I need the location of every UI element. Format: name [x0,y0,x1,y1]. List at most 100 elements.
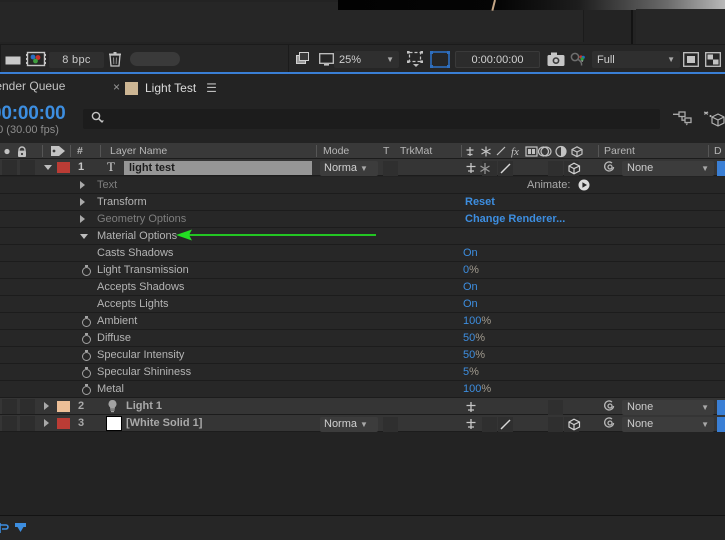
property-group-row-transform[interactable]: Transform Reset [0,194,725,211]
renderer-3d-cube-icon[interactable] [703,111,725,132]
tab-render-queue[interactable]: tender Queue [0,79,65,93]
parent-link-icon[interactable] [671,111,693,132]
property-value-number[interactable]: 50 [463,349,475,361]
layer-expand-triangle[interactable] [44,164,52,170]
property-row[interactable]: Diffuse 50% [0,330,725,347]
table-row[interactable]: 3 [White Solid 1] Norma ▼ None ▼ [0,415,725,432]
column-t[interactable]: T [383,144,389,158]
property-row[interactable]: Casts Shadows On [0,245,725,262]
column-mode[interactable]: Mode [323,144,349,158]
layer-expand-triangle[interactable] [44,402,49,410]
video-toggle[interactable] [2,415,17,431]
region-toggle-icon[interactable] [682,51,699,67]
parent-pickwhip-icon[interactable] [602,416,618,430]
zoom-level-select[interactable]: 25% ▼ [334,51,399,68]
choose-grid-guides-icon[interactable] [406,50,424,68]
parent-pickwhip-icon[interactable] [602,399,618,413]
layer-t-toggle[interactable] [383,416,398,432]
property-group-row-text[interactable]: Text Animate: [0,177,725,194]
region-of-interest-icon[interactable] [430,51,450,68]
toolbar-pill-toggle[interactable] [130,52,180,66]
stopwatch-icon[interactable] [81,332,92,344]
timeline-layer-bar[interactable] [717,416,725,432]
resolution-select[interactable]: Full ▼ [592,51,680,68]
property-row[interactable]: Specular Intensity 50% [0,347,725,364]
tab-light-test[interactable]: Light Test ☰ [125,77,217,99]
color-management-icon[interactable] [26,51,46,67]
table-row[interactable]: 1 T light test Norma ▼ None ▼ [0,159,725,176]
layer-switches[interactable] [463,160,603,176]
video-toggle[interactable] [2,159,17,175]
expand-triangle[interactable] [80,198,85,206]
expand-triangle[interactable] [80,215,85,223]
close-icon[interactable]: × [113,80,120,94]
search-input[interactable] [83,109,660,129]
column-video-audio-icons[interactable] [0,144,42,158]
column-label-icon[interactable] [50,144,66,158]
stopwatch-icon[interactable] [81,383,92,395]
property-value-number[interactable]: 100 [463,383,481,395]
current-timecode[interactable]: 00:00:00 [0,103,66,125]
property-row[interactable]: Light Transmission 0% [0,262,725,279]
table-row[interactable]: 2 Light 1 None ▼ [0,398,725,415]
layer-label-color[interactable] [57,417,70,429]
property-value-number[interactable]: 50 [463,332,475,344]
property-row[interactable]: Accepts Shadows On [0,279,725,296]
property-row[interactable]: Accepts Lights On [0,296,725,313]
parent-select[interactable]: None ▼ [622,416,714,432]
toggle-switches-modes-icon[interactable] [0,521,12,538]
layer-label-color[interactable] [57,400,70,412]
timeline-layer-bar[interactable] [717,399,725,415]
property-value-number[interactable]: 100 [463,315,481,327]
video-toggle[interactable] [2,398,17,414]
column-switches[interactable]: fx [466,144,592,158]
layer-name-label[interactable]: Light 1 [126,398,162,414]
layer-blend-mode-select[interactable]: Norma ▼ [320,416,378,432]
parent-select[interactable]: None ▼ [622,399,714,415]
bit-depth-button[interactable]: 8 bpc [49,52,104,68]
show-channel-rgb-icon[interactable] [565,49,589,69]
stopwatch-icon[interactable] [81,264,92,276]
layer-t-toggle[interactable] [383,160,398,176]
animate-play-icon[interactable] [578,177,590,193]
property-value-number[interactable]: On [463,247,478,259]
reset-link[interactable]: Reset [465,194,495,210]
layer-name-field[interactable]: light test [124,161,312,175]
always-preview-this-view-icon[interactable] [296,52,312,66]
column-layer-name[interactable]: Layer Name [110,144,167,158]
stopwatch-icon[interactable] [81,366,92,378]
column-trkmat[interactable]: TrkMat [400,144,432,158]
timeline-layer-bar[interactable] [717,160,725,176]
layer-blend-mode-select[interactable]: Norma ▼ [320,160,378,176]
take-snapshot-camera-icon[interactable] [547,51,565,67]
layer-switches[interactable] [463,416,603,432]
layer-switches[interactable] [463,399,603,415]
property-row[interactable]: Ambient 100% [0,313,725,330]
column-number[interactable]: # [77,144,83,158]
main-monitor-icon[interactable] [318,52,334,66]
comp-render-icon[interactable] [13,521,28,538]
column-parent[interactable]: Parent [604,144,635,158]
stopwatch-icon[interactable] [81,315,92,327]
audio-toggle[interactable] [20,415,35,431]
layer-expand-triangle[interactable] [44,419,49,427]
parent-pickwhip-icon[interactable] [602,160,618,174]
show-channel-icon[interactable] [4,52,22,66]
audio-toggle[interactable] [20,398,35,414]
layer-name-label[interactable]: [White Solid 1] [126,415,202,431]
panel-menu-icon[interactable]: ☰ [206,81,217,95]
transparency-grid-icon[interactable] [704,51,721,67]
composition-viewer[interactable] [0,0,725,44]
expand-triangle[interactable] [80,181,85,189]
trash-icon[interactable] [107,51,123,67]
current-time-field[interactable]: 0:00:00:00 [455,51,540,68]
property-value-number[interactable]: On [463,281,478,293]
property-row[interactable]: Metal 100% [0,381,725,398]
property-value-number[interactable]: On [463,298,478,310]
layer-label-color[interactable] [57,161,70,173]
timeline-empty-area[interactable] [0,433,725,515]
stopwatch-icon[interactable] [81,349,92,361]
change-renderer-link[interactable]: Change Renderer... [465,211,565,227]
audio-toggle[interactable] [20,159,35,175]
parent-select[interactable]: None ▼ [622,160,714,176]
